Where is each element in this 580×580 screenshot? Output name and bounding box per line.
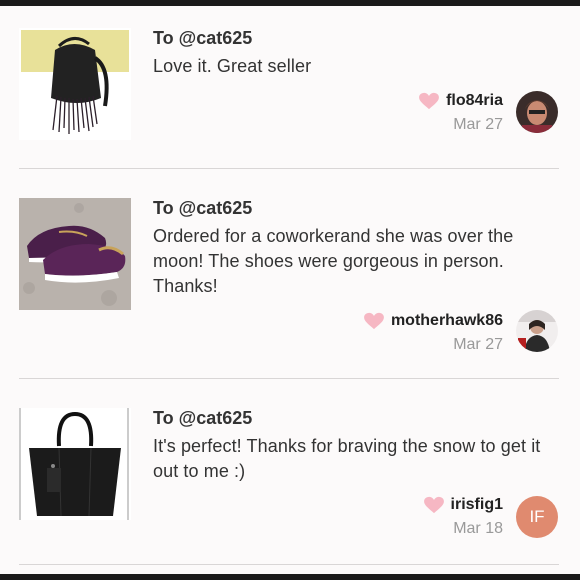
- review-recipient[interactable]: To @cat625: [153, 408, 252, 429]
- username-label: irisfig1: [450, 496, 503, 513]
- reviewer-username[interactable]: flo84ria: [418, 92, 503, 110]
- tote-bag-image: [19, 408, 131, 520]
- reviewer-username[interactable]: irisfig1: [423, 496, 503, 514]
- heart-icon: [419, 92, 439, 110]
- heart-icon: [423, 496, 444, 514]
- review-text: Love it. Great seller: [153, 56, 312, 76]
- product-thumbnail-tote[interactable]: [19, 408, 131, 520]
- review-recipient[interactable]: To @cat625: [153, 198, 252, 219]
- review-text: Ordered for a coworkerand she was over t…: [153, 226, 514, 296]
- reviewer-avatar-initials[interactable]: IF: [516, 496, 558, 538]
- heart-icon: [364, 312, 384, 330]
- product-thumbnail-sneakers[interactable]: [19, 198, 131, 310]
- avatar-photo: [516, 91, 558, 133]
- reviewer-avatar[interactable]: [516, 310, 558, 352]
- sneakers-image: [19, 198, 131, 310]
- review-text: It's perfect! Thanks for braving the sno…: [153, 436, 541, 481]
- review-divider: [19, 378, 559, 379]
- review-recipient[interactable]: To @cat625: [153, 28, 252, 49]
- product-thumbnail-backpack[interactable]: [19, 28, 131, 140]
- backpack-image: [19, 28, 131, 140]
- reviews-screen: To @cat625 Love it. Great seller flo84ri…: [0, 6, 580, 574]
- username-label: flo84ria: [446, 92, 503, 109]
- avatar-initials-label: IF: [529, 507, 545, 526]
- review-divider: [19, 564, 559, 565]
- review-date: Mar 27: [453, 116, 503, 133]
- review-date: Mar 27: [453, 336, 503, 353]
- reviewer-avatar[interactable]: [516, 91, 558, 133]
- review-divider: [19, 168, 559, 169]
- review-date: Mar 18: [453, 520, 503, 537]
- reviewer-username[interactable]: motherhawk86: [363, 312, 503, 330]
- username-label: motherhawk86: [390, 312, 503, 329]
- avatar-photo: [516, 310, 558, 352]
